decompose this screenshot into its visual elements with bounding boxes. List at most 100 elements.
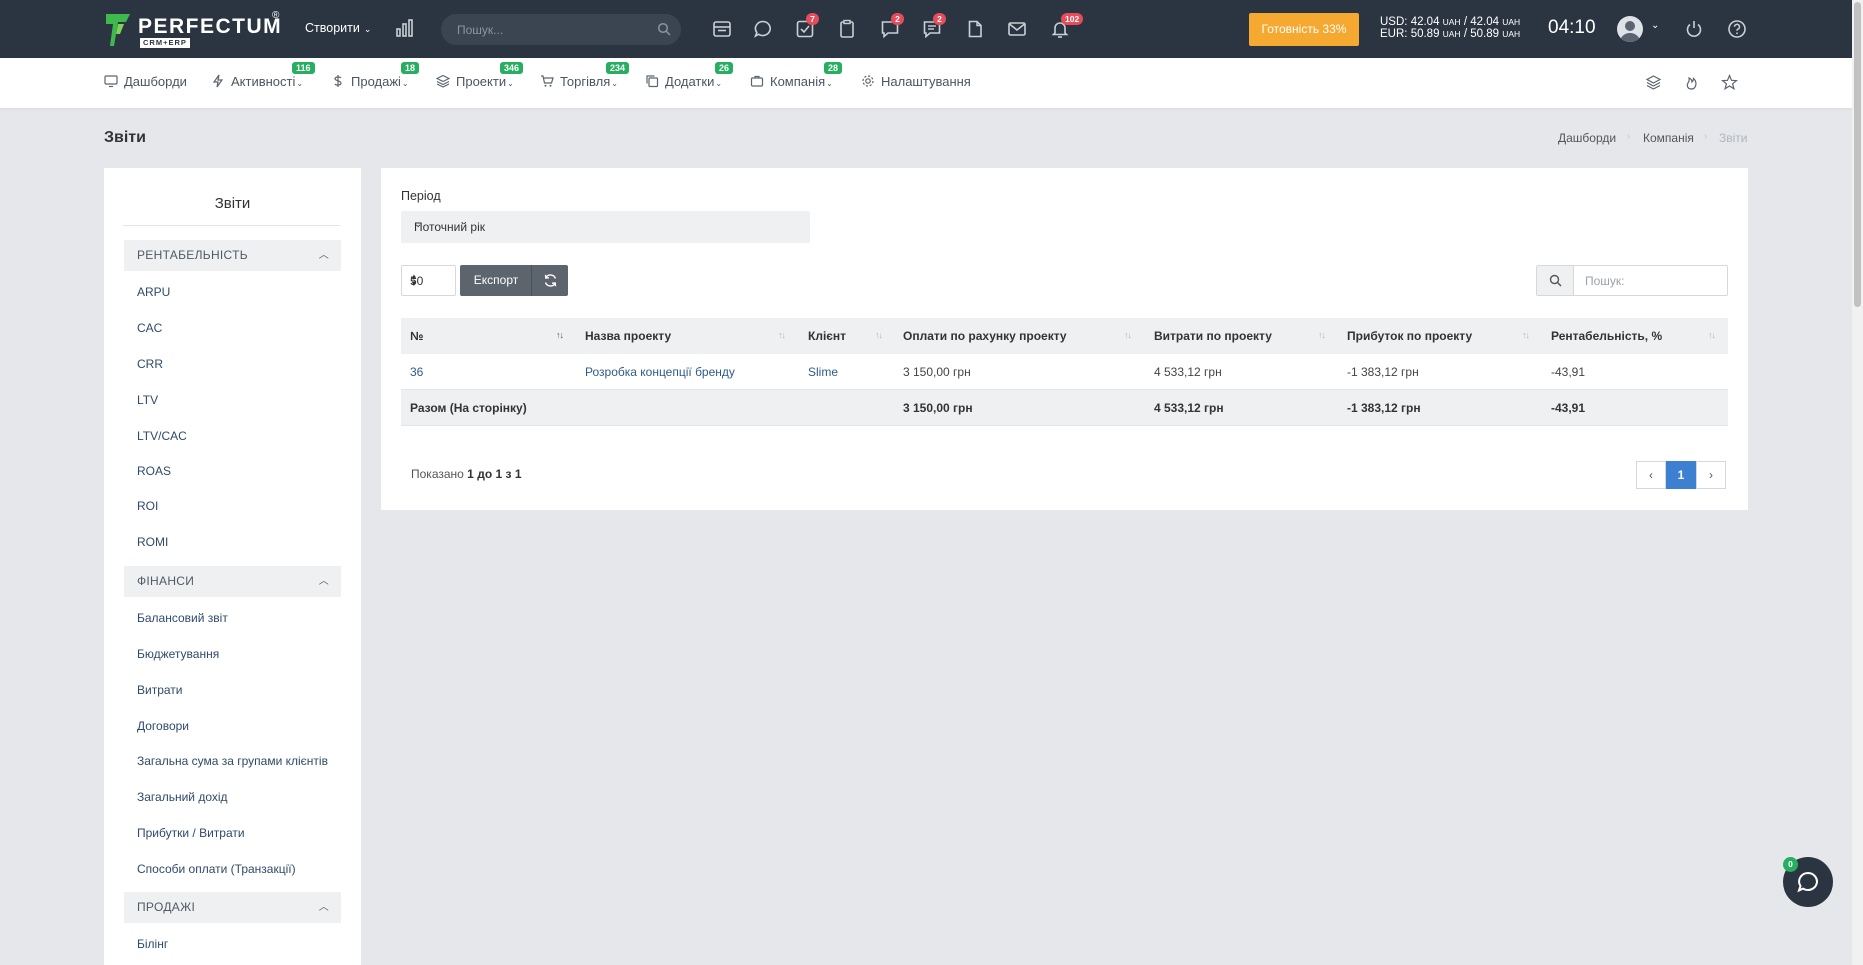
chevron-up-icon: ︿ [318,902,329,913]
totals-profitability: -43,91 [1551,401,1586,415]
table-search-input[interactable]: Пошук: [1536,265,1728,296]
sidebar-item-expenses[interactable]: Витрати [137,683,183,697]
chevron-down-icon[interactable]: ⌄ [1651,20,1659,31]
chevron-down-icon: ⌄ [401,79,409,88]
sort-icon[interactable]: ↑↓ [1708,330,1716,340]
sort-icon[interactable]: ↑↓ [1124,330,1132,340]
column-header-profitability[interactable]: Рентабельність, % [1551,318,1662,354]
logo[interactable]: PERFECTUM ® CRM+ERP [104,10,284,48]
calendar-icon[interactable] [711,18,733,40]
table-totals-row: Разом (На сторінку) 3 150,00 грн 4 533,1… [401,390,1728,426]
tasks-icon[interactable]: 7 [794,13,819,40]
messages-badge: 2 [933,13,946,25]
nav-item-activities[interactable]: Активності⌄ 116 [211,62,315,89]
period-select[interactable]: Поточний рік ⌄ [401,211,810,243]
section-label: ФІНАНСИ [137,574,195,588]
sort-icon[interactable]: ↑↓ [1522,330,1530,340]
sidebar-item-total-income[interactable]: Загальний дохід [137,790,228,804]
readiness-button[interactable]: Готовність 33% [1249,13,1359,46]
sidebar-item-roi[interactable]: ROI [137,499,158,513]
search-button[interactable] [1537,266,1574,295]
pagination-prev-button[interactable]: ‹ [1636,461,1666,489]
breadcrumb-dashboards[interactable]: Дашборди [1558,131,1616,145]
info-from: 1 [467,467,474,481]
sidebar-item-romi[interactable]: ROMI [137,535,168,549]
page-title: Звіти [104,129,146,146]
sort-icon[interactable]: ↑↓ [778,330,786,340]
sort-asc-icon[interactable]: ↑↓ [556,330,564,340]
star-icon[interactable] [1721,74,1738,91]
totals-payments: 3 150,00 грн [903,401,973,415]
sidebar-item-cac[interactable]: CAC [137,321,162,335]
nav-item-sales[interactable]: Продажі⌄ 18 [331,62,420,89]
nav-badge: 28 [824,62,843,74]
sidebar-item-ltv-cac[interactable]: LTV/CAC [137,429,187,443]
section-label: ПРОДАЖІ [137,900,196,914]
mail-icon[interactable] [1006,18,1028,40]
pagination-next-button[interactable]: › [1696,461,1726,489]
cell-project-name[interactable]: Розробка концепції бренду [585,354,735,390]
cell-number[interactable]: 36 [410,354,423,390]
column-header-number[interactable]: № [410,318,423,354]
totals-costs: 4 533,12 грн [1154,401,1224,415]
sidebar-item-contracts[interactable]: Договори [137,719,189,733]
power-icon[interactable] [1683,18,1705,40]
page-scrollbar[interactable] [1852,0,1863,965]
breadcrumb-company[interactable]: Компанія [1643,131,1694,145]
sidebar-item-client-groups[interactable]: Загальна сума за групами клієнтів [137,754,328,768]
nav-item-projects[interactable]: Проекти⌄ 346 [436,62,524,89]
cell-client[interactable]: Slime [808,354,838,390]
column-header-client[interactable]: Клієнт [808,318,846,354]
scrollbar-thumb[interactable] [1854,2,1861,307]
layers-icon[interactable] [1645,74,1662,91]
sort-icon[interactable]: ↑↓ [1318,330,1326,340]
sidebar-item-balance-sheet[interactable]: Балансовий звіт [137,611,228,625]
eur-label: EUR: [1380,28,1408,40]
messages-icon[interactable]: 2 [921,13,946,40]
comment-icon[interactable] [752,18,774,40]
help-icon[interactable] [1726,18,1748,40]
sidebar-section-profitability[interactable]: РЕНТАБЕЛЬНІСТЬ ︿ [124,240,341,271]
logo-subtext: CRM+ERP [140,38,190,48]
chat-icon[interactable]: 2 [879,13,904,40]
sidebar-item-income-expenses[interactable]: Прибутки / Витрати [137,826,245,840]
sort-icon[interactable]: ↑↓ [875,330,883,340]
nav-item-trade[interactable]: Торгівля⌄ 234 [540,62,630,89]
page-length-select[interactable]: 50 ▲ ▼ [401,265,456,296]
layers-icon [436,74,450,88]
avatar[interactable] [1617,16,1643,42]
sidebar-item-budgeting[interactable]: Бюджетування [137,647,219,661]
chevron-down-icon: ⌄ [611,79,618,88]
sidebar-section-finance[interactable]: ФІНАНСИ ︿ [124,566,341,597]
pagination-page-button[interactable]: 1 [1666,461,1696,489]
sidebar-item-crr[interactable]: CRR [137,357,163,371]
sidebar-item-ltv[interactable]: LTV [137,393,158,407]
clipboard-icon[interactable] [836,18,858,40]
sidebar-item-payment-methods[interactable]: Способи оплати (Транзакції) [137,862,296,876]
nav-item-dashboards[interactable]: Дашборди [104,74,187,89]
sidebar-item-billing[interactable]: Білінг [137,937,168,951]
column-header-profit[interactable]: Прибуток по проекту [1347,318,1472,354]
bell-icon[interactable]: 102 [1049,13,1084,40]
nav-label: Додатки [665,74,715,89]
create-menu-button[interactable]: Створити ⌄ [305,21,371,35]
refresh-button[interactable] [531,265,568,296]
chevron-down-icon: ⌄ [826,79,833,88]
global-search-input[interactable]: Пошук... [441,14,681,45]
column-header-costs[interactable]: Витрати по проекту [1154,318,1272,354]
info-total: 1 [514,467,522,481]
export-button[interactable]: Експорт [460,265,532,296]
nav-item-company[interactable]: Компанія⌄ 28 [750,62,843,89]
nav-item-settings[interactable]: Налаштування [861,74,971,89]
sidebar-item-roas[interactable]: ROAS [137,464,171,478]
sidebar-section-sales[interactable]: ПРОДАЖІ ︿ [124,892,341,923]
info-to: 1 [495,467,503,481]
fire-icon[interactable] [1683,74,1700,91]
chevron-down-icon: ⌄ [507,79,514,88]
column-header-project[interactable]: Назва проекту [585,318,671,354]
nav-item-addons[interactable]: Додатки⌄ 26 [645,62,734,89]
bar-chart-icon[interactable] [396,18,416,38]
sidebar-item-arpu[interactable]: ARPU [137,285,170,299]
column-header-payments[interactable]: Оплати по рахунку проекту [903,318,1067,354]
document-icon[interactable] [964,18,986,40]
